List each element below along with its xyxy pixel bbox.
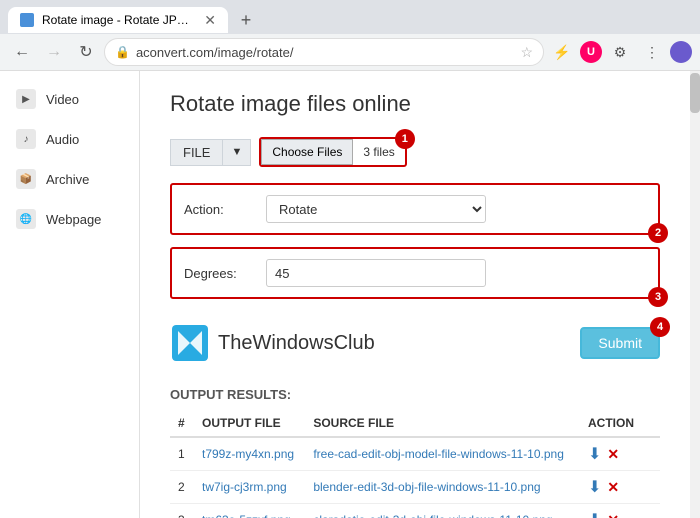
row-source-file: free-cad-edit-obj-model-file-windows-11-… (305, 437, 580, 471)
audio-icon: ♪ (16, 129, 36, 149)
row-action: ⬇ ✕ (580, 504, 660, 518)
degrees-input[interactable] (266, 259, 486, 287)
download-icon[interactable]: ⬇ (588, 444, 601, 464)
row-num: 2 (170, 471, 194, 504)
col-header-output: OUTPUT FILE (194, 410, 305, 437)
degrees-section: Degrees: 3 (170, 247, 660, 299)
back-button[interactable]: ← (8, 38, 36, 66)
row-output-file: tw7ig-cj3rm.png (194, 471, 305, 504)
submit-button[interactable]: Submit (580, 327, 660, 359)
action-icons: ⬇ ✕ (588, 444, 652, 464)
video-icon: ▶ (16, 89, 36, 109)
file-btn-group: FILE ▼ (170, 139, 251, 166)
main-layout: ▶ Video ♪ Audio 📦 Archive 🌐 Webpage Rota… (0, 71, 700, 518)
action-icons: ⬇ ✕ (588, 477, 652, 497)
logo-area: TheWindowsClub (170, 323, 375, 363)
row-output-file: tm63o-5zzxf.png (194, 504, 305, 518)
lock-icon: 🔒 (115, 45, 130, 59)
action-select[interactable]: Rotate (266, 195, 486, 223)
menu-button[interactable]: ⋮ (638, 38, 666, 66)
nav-extras: ⚡ U ⚙ ⋮ (548, 38, 692, 66)
row-source-file: blender-edit-3d-obj-file-windows-11-10.p… (305, 471, 580, 504)
extensions-button[interactable]: ⚡ (548, 38, 576, 66)
output-title: OUTPUT RESULTS: (170, 387, 660, 402)
output-file-link[interactable]: tw7ig-cj3rm.png (202, 480, 287, 494)
row-num: 3 (170, 504, 194, 518)
file-section: FILE ▼ Choose Files 3 files 1 (170, 137, 660, 167)
logo-text: TheWindowsClub (218, 332, 375, 355)
bookmark-icon[interactable]: ☆ (520, 44, 533, 61)
action-section: Action: Rotate 2 (170, 183, 660, 235)
badge-2: 2 (648, 223, 668, 243)
output-section: OUTPUT RESULTS: # OUTPUT FILE SOURCE FIL… (170, 387, 660, 518)
badge-3: 3 (648, 287, 668, 307)
file-dropdown-arrow[interactable]: ▼ (222, 139, 251, 166)
table-row: 3 tm63o-5zzxf.png claradotio-edit-3d-obj… (170, 504, 660, 518)
col-header-num: # (170, 410, 194, 437)
page-title: Rotate image files online (170, 91, 660, 117)
sidebar-label-video: Video (46, 92, 79, 107)
webpage-icon: 🌐 (16, 209, 36, 229)
choose-files-button[interactable]: Choose Files (261, 139, 353, 165)
windows-logo-icon (170, 323, 210, 363)
ublock-icon[interactable]: U (580, 41, 602, 63)
row-action: ⬇ ✕ (580, 471, 660, 504)
sidebar-item-webpage[interactable]: 🌐 Webpage (0, 199, 139, 239)
output-file-link[interactable]: t799z-my4xn.png (202, 447, 294, 461)
main-content: Rotate image files online FILE ▼ Choose … (140, 71, 690, 518)
source-file-link[interactable]: claradotio-edit-3d-obj-file-windows-11-1… (313, 513, 552, 518)
tab-bar: Rotate image - Rotate JPG, PNG... ✕ + (0, 0, 700, 34)
sidebar: ▶ Video ♪ Audio 📦 Archive 🌐 Webpage (0, 71, 140, 518)
row-action: ⬇ ✕ (580, 437, 660, 471)
nav-bar: ← → ↻ 🔒 aconvert.com/image/rotate/ ☆ ⚡ U… (0, 34, 700, 70)
sidebar-item-archive[interactable]: 📦 Archive (0, 159, 139, 199)
delete-icon[interactable]: ✕ (607, 512, 619, 518)
browser-chrome: Rotate image - Rotate JPG, PNG... ✕ + ← … (0, 0, 700, 71)
sidebar-item-audio[interactable]: ♪ Audio (0, 119, 139, 159)
sidebar-label-webpage: Webpage (46, 212, 101, 227)
settings-button[interactable]: ⚙ (606, 38, 634, 66)
new-tab-button[interactable]: + (232, 6, 260, 34)
col-header-source: SOURCE FILE (305, 410, 580, 437)
row-num: 1 (170, 437, 194, 471)
download-icon[interactable]: ⬇ (588, 477, 601, 497)
download-icon[interactable]: ⬇ (588, 510, 601, 518)
table-row: 1 t799z-my4xn.png free-cad-edit-obj-mode… (170, 437, 660, 471)
row-source-file: claradotio-edit-3d-obj-file-windows-11-1… (305, 504, 580, 518)
file-button[interactable]: FILE (170, 139, 222, 166)
action-icons: ⬇ ✕ (588, 510, 652, 518)
col-header-action: ACTION (580, 410, 660, 437)
choose-files-box: Choose Files 3 files 1 (259, 137, 406, 167)
row-output-file: t799z-my4xn.png (194, 437, 305, 471)
forward-button[interactable]: → (40, 38, 68, 66)
address-text: aconvert.com/image/rotate/ (136, 45, 514, 60)
table-row: 2 tw7ig-cj3rm.png blender-edit-3d-obj-fi… (170, 471, 660, 504)
user-avatar[interactable] (670, 41, 692, 63)
sidebar-item-video[interactable]: ▶ Video (0, 79, 139, 119)
source-file-link[interactable]: blender-edit-3d-obj-file-windows-11-10.p… (313, 480, 540, 494)
sidebar-label-archive: Archive (46, 172, 89, 187)
action-label: Action: (184, 202, 254, 217)
logo-submit-row: TheWindowsClub Submit 4 (170, 313, 660, 373)
results-table: # OUTPUT FILE SOURCE FILE ACTION 1 t799z… (170, 410, 660, 518)
active-tab[interactable]: Rotate image - Rotate JPG, PNG... ✕ (8, 7, 228, 33)
tab-title: Rotate image - Rotate JPG, PNG... (42, 13, 196, 27)
tab-close-button[interactable]: ✕ (204, 13, 216, 27)
scrollbar-thumb[interactable] (690, 73, 700, 113)
badge-1: 1 (395, 129, 415, 149)
delete-icon[interactable]: ✕ (607, 479, 619, 496)
output-file-link[interactable]: tm63o-5zzxf.png (202, 513, 291, 518)
badge-4: 4 (650, 317, 670, 337)
archive-icon: 📦 (16, 169, 36, 189)
submit-area: Submit 4 (580, 327, 660, 359)
address-bar[interactable]: 🔒 aconvert.com/image/rotate/ ☆ (104, 38, 544, 66)
scrollbar[interactable] (690, 71, 700, 518)
sidebar-label-audio: Audio (46, 132, 79, 147)
source-file-link[interactable]: free-cad-edit-obj-model-file-windows-11-… (313, 447, 564, 461)
refresh-button[interactable]: ↻ (72, 38, 100, 66)
degrees-label: Degrees: (184, 266, 254, 281)
tab-favicon (20, 13, 34, 27)
delete-icon[interactable]: ✕ (607, 446, 619, 463)
